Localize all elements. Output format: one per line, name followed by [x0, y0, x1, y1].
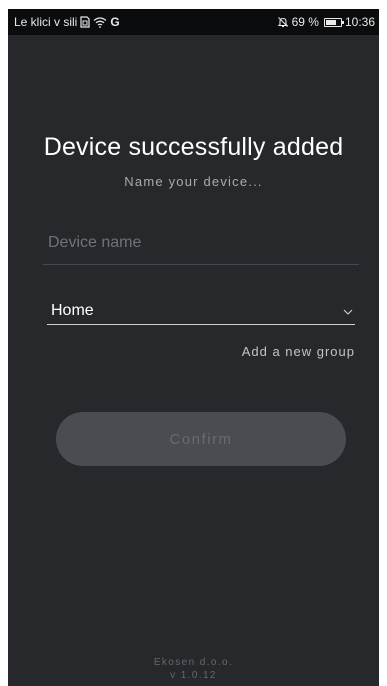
chevron-down-icon — [342, 305, 354, 317]
group-select-value: Home — [51, 302, 94, 319]
sim-icon — [80, 16, 90, 29]
confirm-button[interactable]: Confirm — [56, 412, 346, 466]
battery-level-fill — [325, 19, 336, 25]
device-name-field — [43, 224, 359, 265]
device-name-input[interactable] — [43, 224, 359, 262]
footer-company: Ekosen d.o.o. — [153, 657, 234, 668]
status-bar: Le klici v sili G 69 % 10:36 — [8, 9, 379, 35]
footer-version: v 1.0.12 — [170, 670, 217, 681]
battery-percent: 69 % — [291, 15, 319, 29]
google-icon: G — [110, 15, 120, 29]
status-bar-right: 69 % 10:36 — [277, 15, 375, 29]
wifi-icon — [93, 16, 107, 29]
carrier-label: Le klici v sili — [14, 15, 78, 29]
clock: 10:36 — [344, 15, 375, 29]
footer: Ekosen d.o.o. v 1.0.12 — [8, 656, 379, 682]
page-title: Device successfully added — [43, 133, 344, 161]
mute-icon — [277, 16, 289, 29]
app-screen: Le klici v sili G 69 % 10:36 Device succ… — [8, 9, 379, 686]
battery-icon — [323, 17, 344, 27]
status-bar-left: Le klici v sili G — [14, 15, 120, 29]
add-group-link[interactable]: Add a new group — [242, 344, 355, 359]
page-subtitle: Name your device... — [124, 174, 263, 189]
group-select[interactable]: Home — [47, 299, 355, 325]
